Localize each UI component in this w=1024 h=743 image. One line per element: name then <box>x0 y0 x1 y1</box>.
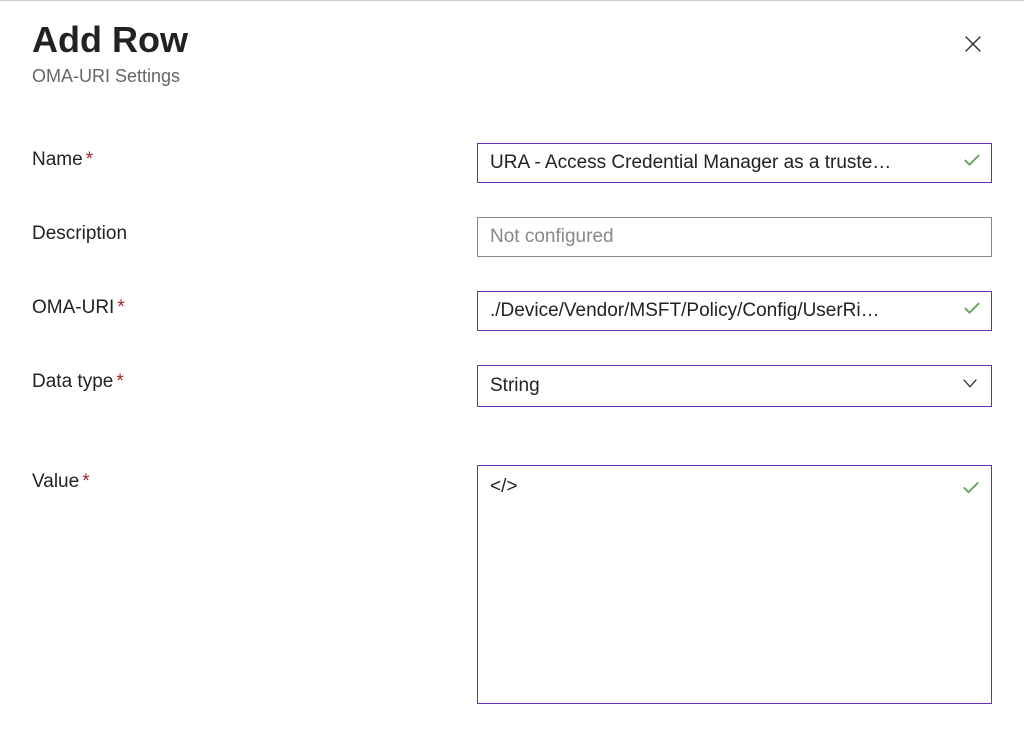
data-type-label: Data type* <box>32 365 477 393</box>
oma-uri-input[interactable] <box>477 291 992 331</box>
form-row-data-type: Data type* String <box>32 365 992 407</box>
close-icon <box>962 43 984 58</box>
name-control <box>477 143 992 183</box>
form: Name* Description OMA-URI <box>32 143 992 704</box>
name-label: Name* <box>32 143 477 171</box>
value-label: Value* <box>32 465 477 493</box>
required-asterisk: * <box>86 149 93 170</box>
oma-uri-label-text: OMA-URI <box>32 297 114 318</box>
panel-title: Add Row <box>32 19 188 60</box>
form-row-oma-uri: OMA-URI* <box>32 291 992 331</box>
close-button[interactable] <box>954 25 992 66</box>
description-input[interactable] <box>477 217 992 257</box>
required-asterisk: * <box>116 371 123 392</box>
data-type-selected-value: String <box>490 375 540 397</box>
description-label: Description <box>32 217 477 245</box>
form-row-value: Value* <box>32 465 992 704</box>
value-control <box>477 465 992 704</box>
value-label-text: Value <box>32 471 79 492</box>
panel-subtitle: OMA-URI Settings <box>32 66 188 87</box>
oma-uri-control <box>477 291 992 331</box>
panel-header: Add Row OMA-URI Settings <box>32 19 992 87</box>
required-asterisk: * <box>82 471 89 492</box>
data-type-label-text: Data type <box>32 371 113 392</box>
required-asterisk: * <box>117 297 124 318</box>
value-textarea[interactable] <box>478 466 991 698</box>
description-label-text: Description <box>32 223 127 244</box>
add-row-panel: Add Row OMA-URI Settings Name* <box>0 1 1024 722</box>
chevron-down-icon <box>961 374 979 398</box>
name-label-text: Name <box>32 149 83 170</box>
oma-uri-label: OMA-URI* <box>32 291 477 319</box>
description-control <box>477 217 992 257</box>
form-row-description: Description <box>32 217 992 257</box>
header-text-block: Add Row OMA-URI Settings <box>32 19 188 87</box>
data-type-control: String <box>477 365 992 407</box>
data-type-select[interactable]: String <box>477 365 992 407</box>
name-input[interactable] <box>477 143 992 183</box>
value-textarea-wrap <box>477 465 992 704</box>
form-row-name: Name* <box>32 143 992 183</box>
